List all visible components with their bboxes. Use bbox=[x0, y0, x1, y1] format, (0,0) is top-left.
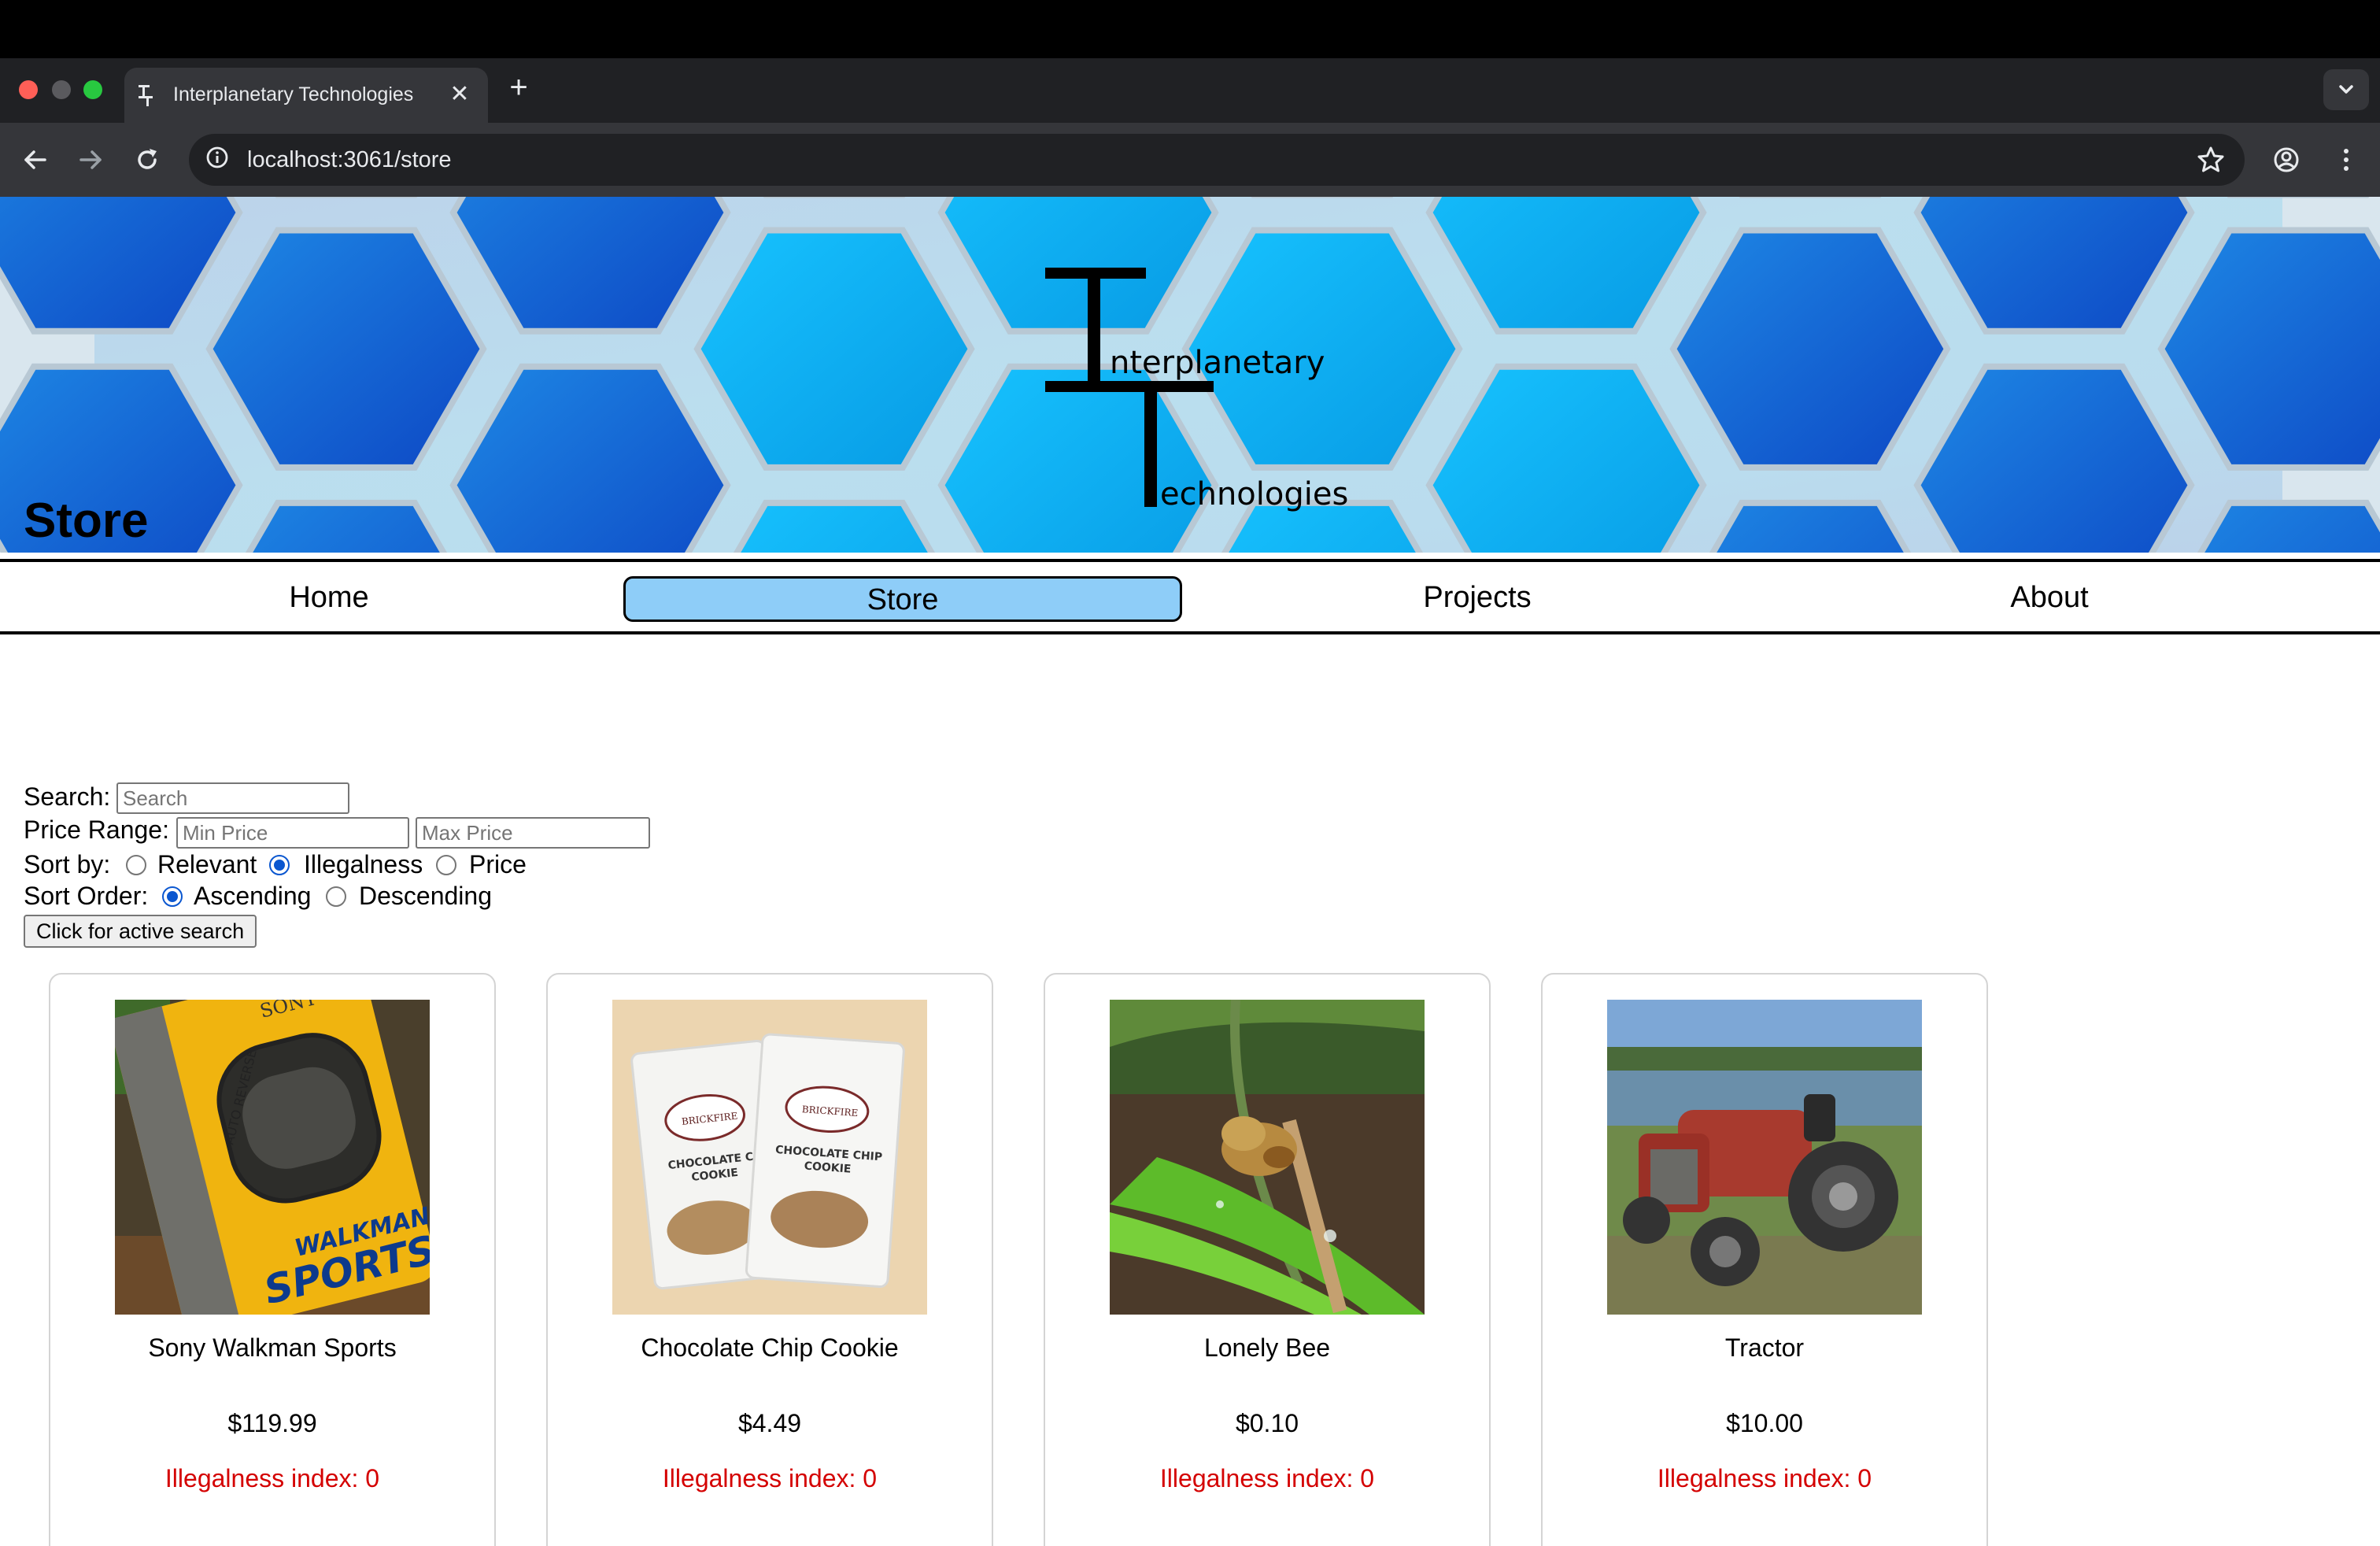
nav-projects[interactable]: Projects bbox=[1212, 576, 1743, 622]
logo-text-interplanetary: nterplanetary bbox=[1110, 345, 1325, 381]
bookmark-star-icon[interactable] bbox=[2191, 140, 2230, 179]
tab-close-icon[interactable]: ✕ bbox=[444, 79, 475, 110]
system-top-bar bbox=[0, 0, 2380, 58]
address-bar[interactable] bbox=[189, 134, 2245, 186]
product-image[interactable] bbox=[1110, 1000, 1425, 1315]
tab-search-button[interactable] bbox=[2323, 69, 2369, 110]
tab-title: Interplanetary Technologies bbox=[173, 83, 414, 105]
sort-by-illegalness-radio[interactable] bbox=[269, 855, 290, 875]
sort-order-label: Sort Order: bbox=[24, 882, 149, 910]
reload-icon[interactable] bbox=[128, 140, 167, 179]
sort-order-descending-radio[interactable] bbox=[326, 886, 346, 907]
new-tab-button[interactable]: + bbox=[502, 71, 535, 104]
main-navbar: Home Store Projects About bbox=[0, 559, 2380, 634]
nav-home[interactable]: Home bbox=[31, 576, 626, 622]
bee-image bbox=[1110, 1000, 1425, 1315]
logo-text-technologies: echnologies bbox=[1160, 476, 1348, 512]
product-price: $4.49 bbox=[737, 1409, 802, 1437]
sort-by-price-label[interactable]: Price bbox=[469, 849, 527, 880]
sort-by-label: Sort by: bbox=[24, 850, 111, 878]
product-name[interactable]: Lonely Bee bbox=[1045, 1333, 1489, 1363]
site-favicon-icon bbox=[139, 85, 153, 106]
window-minimize-button[interactable] bbox=[52, 80, 71, 99]
tractor-image bbox=[1607, 1000, 1922, 1315]
profile-icon[interactable] bbox=[2267, 140, 2306, 179]
sort-by-relevant-label[interactable]: Relevant bbox=[157, 849, 257, 880]
browser-tab[interactable]: Interplanetary Technologies ✕ bbox=[124, 68, 488, 123]
sort-order-ascending-label[interactable]: Ascending bbox=[194, 880, 311, 912]
window-close-button[interactable] bbox=[19, 80, 38, 99]
search-input[interactable] bbox=[116, 782, 349, 814]
sort-by-price-radio[interactable] bbox=[436, 855, 456, 875]
search-label: Search: bbox=[24, 782, 111, 811]
active-search-button[interactable]: Click for active search bbox=[24, 915, 257, 948]
sort-by-illegalness-label[interactable]: Illegalness bbox=[304, 849, 423, 880]
product-price: $119.99 bbox=[227, 1409, 317, 1437]
kebab-menu-icon[interactable] bbox=[2326, 140, 2366, 179]
site-info-icon[interactable] bbox=[203, 143, 231, 172]
product-card[interactable]: SONY WALKMAN SPORTS AUTO REVERSE Sony Wa… bbox=[49, 973, 496, 1546]
product-price: $10.00 bbox=[1726, 1409, 1803, 1437]
product-card[interactable]: Tractor $10.00 Illegalness index: 0 bbox=[1541, 973, 1988, 1546]
product-card[interactable]: Lonely Bee $0.10 Illegalness index: 0 bbox=[1044, 973, 1491, 1546]
sort-by-relevant-radio[interactable] bbox=[126, 855, 146, 875]
nav-about[interactable]: About bbox=[1755, 576, 2344, 622]
product-name[interactable]: Tractor bbox=[1543, 1333, 1986, 1363]
window-zoom-button[interactable] bbox=[83, 80, 102, 99]
address-url[interactable]: localhost:3061/store bbox=[247, 134, 452, 186]
product-image[interactable] bbox=[1607, 1000, 1922, 1315]
nav-store[interactable]: Store bbox=[623, 576, 1182, 622]
page-title: Store bbox=[24, 494, 149, 548]
product-price: $0.10 bbox=[1235, 1409, 1299, 1437]
product-name[interactable]: Chocolate Chip Cookie bbox=[548, 1333, 992, 1363]
product-illegalness: Illegalness index: 0 bbox=[662, 1464, 878, 1492]
product-card[interactable]: BRICKFIRE CHOCOLATE CH COOKIE BRICKFIRE … bbox=[546, 973, 993, 1546]
product-image[interactable]: SONY WALKMAN SPORTS AUTO REVERSE bbox=[115, 1000, 430, 1315]
forward-arrow-icon[interactable] bbox=[71, 140, 110, 179]
product-illegalness: Illegalness index: 0 bbox=[1657, 1464, 1872, 1492]
product-name[interactable]: Sony Walkman Sports bbox=[50, 1333, 494, 1363]
walkman-image: SONY WALKMAN SPORTS AUTO REVERSE bbox=[115, 1000, 430, 1315]
back-arrow-icon[interactable] bbox=[16, 140, 55, 179]
max-price-input[interactable] bbox=[416, 817, 650, 849]
product-image[interactable]: BRICKFIRE CHOCOLATE CH COOKIE BRICKFIRE … bbox=[612, 1000, 927, 1315]
chevron-down-icon bbox=[2339, 85, 2353, 94]
site-banner: nterplanetary echnologies bbox=[0, 197, 2380, 553]
cookies-image: BRICKFIRE CHOCOLATE CH COOKIE BRICKFIRE … bbox=[612, 1000, 927, 1315]
sort-order-descending-label[interactable]: Descending bbox=[359, 880, 492, 912]
price-range-label: Price Range: bbox=[24, 816, 169, 844]
product-illegalness: Illegalness index: 0 bbox=[164, 1464, 380, 1492]
product-grid: SONY WALKMAN SPORTS AUTO REVERSE Sony Wa… bbox=[49, 973, 2016, 1546]
hexagon-banner-image: nterplanetary echnologies bbox=[0, 197, 2380, 553]
product-illegalness: Illegalness index: 0 bbox=[1159, 1464, 1375, 1492]
min-price-input[interactable] bbox=[176, 817, 409, 849]
sort-order-ascending-radio[interactable] bbox=[162, 886, 183, 907]
